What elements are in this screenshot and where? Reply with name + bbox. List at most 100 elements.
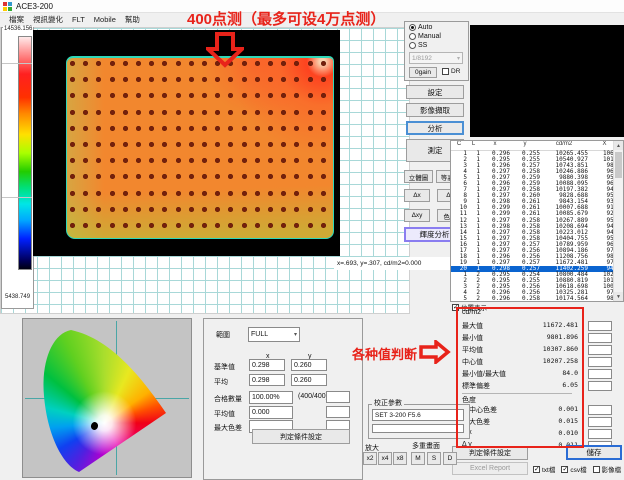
measurement-viewport[interactable] bbox=[33, 30, 340, 256]
measure-point bbox=[281, 77, 286, 82]
stat-spec-box[interactable] bbox=[588, 417, 612, 427]
measure-point bbox=[162, 110, 167, 115]
measure-point bbox=[308, 110, 313, 115]
judge-condition-button-left[interactable]: 判定條件設定 bbox=[252, 429, 350, 444]
measure-point bbox=[96, 223, 101, 228]
image-capture-button[interactable]: 影像擷取 bbox=[406, 103, 464, 117]
capture-mode-auto[interactable]: Auto bbox=[409, 23, 468, 31]
stat-spec-box[interactable] bbox=[588, 357, 612, 367]
stat-spec-box[interactable] bbox=[588, 369, 612, 379]
scroll-up-icon[interactable]: ▲ bbox=[614, 141, 623, 150]
calibration-extra-field[interactable] bbox=[372, 424, 464, 433]
magnify-x8-button[interactable]: x8 bbox=[393, 452, 407, 465]
multi-screen-d-button[interactable]: D bbox=[443, 452, 457, 465]
measure-point bbox=[162, 207, 167, 212]
table-scrollbar[interactable]: ▲ ▼ bbox=[613, 141, 623, 301]
window-title: ACE3-200 bbox=[16, 2, 53, 11]
zero-gain-button[interactable]: 0gain bbox=[409, 67, 437, 78]
menu-item[interactable]: 檔案 bbox=[9, 14, 24, 25]
stat-spec-box[interactable] bbox=[588, 345, 612, 355]
file-option-label: csv檔 bbox=[570, 464, 586, 474]
measure-point bbox=[136, 110, 141, 115]
menu-item[interactable]: FLT bbox=[72, 15, 85, 24]
menu-item[interactable]: 視訊變化 bbox=[33, 14, 63, 25]
magnify-x2-button[interactable]: x2 bbox=[363, 452, 377, 465]
luminance-heatmap[interactable] bbox=[66, 56, 334, 239]
measure-point bbox=[321, 77, 326, 82]
measure-point bbox=[149, 110, 154, 115]
capture-mode-ss[interactable]: SS bbox=[409, 41, 468, 49]
file-option[interactable]: csv檔 bbox=[561, 464, 586, 474]
measure-point bbox=[281, 158, 286, 163]
measure-point bbox=[149, 207, 154, 212]
stat-spec-box[interactable] bbox=[588, 405, 612, 415]
settings-button[interactable]: 設定 bbox=[406, 85, 464, 99]
magnify-x4-button[interactable]: x4 bbox=[378, 452, 392, 465]
stat-spec-box[interactable] bbox=[588, 333, 612, 343]
range-value: FULL bbox=[251, 331, 268, 338]
mean-spec-box[interactable] bbox=[326, 406, 350, 418]
excel-report-button[interactable]: Excel Report bbox=[452, 462, 528, 475]
measure-point bbox=[281, 61, 286, 66]
range-select[interactable]: FULL ▾ bbox=[248, 327, 300, 342]
shutter-select[interactable]: 1/8192 ▾ bbox=[409, 52, 463, 64]
calibration-value-field[interactable]: SET 3-200 F5.6 bbox=[372, 409, 464, 421]
measure-point bbox=[176, 110, 181, 115]
measure-point bbox=[96, 191, 101, 196]
measure-point bbox=[162, 93, 167, 98]
reference-y-field[interactable]: 0.260 bbox=[291, 359, 327, 371]
view-3d-button[interactable]: 立體圖 bbox=[404, 170, 433, 183]
measure-point bbox=[242, 207, 247, 212]
dr-checkbox[interactable]: DR bbox=[442, 68, 460, 75]
stat-spec-box[interactable] bbox=[588, 381, 612, 391]
max-diff-label: 最大色差 bbox=[214, 423, 242, 433]
measure-point bbox=[294, 126, 299, 131]
file-option[interactable]: txt檔 bbox=[533, 464, 555, 474]
measure-point bbox=[281, 174, 286, 179]
reference-x-field[interactable]: 0.298 bbox=[249, 359, 285, 371]
capture-mode-manual[interactable]: Manual bbox=[409, 32, 468, 40]
menu-item[interactable]: 幫助 bbox=[125, 14, 140, 25]
measure-point bbox=[308, 207, 313, 212]
multi-screen-m-button[interactable]: M bbox=[411, 452, 425, 465]
radio-icon bbox=[409, 42, 416, 49]
measurement-table[interactable]: CLxycd/m2X 110.2960.25510265.45510608210… bbox=[450, 140, 624, 302]
measure-point bbox=[136, 126, 141, 131]
pass-spec-box[interactable] bbox=[326, 391, 350, 403]
annotation-highlight-rect bbox=[456, 307, 584, 448]
stat-spec-box[interactable] bbox=[588, 429, 612, 439]
dr-checkbox-box[interactable] bbox=[442, 68, 449, 75]
measure-point bbox=[176, 77, 181, 82]
stat-spec-box[interactable] bbox=[588, 321, 612, 331]
measure-point bbox=[255, 93, 260, 98]
scrollbar-thumb[interactable] bbox=[615, 152, 622, 178]
measure-point bbox=[162, 142, 167, 147]
multi-screen-s-button[interactable]: S bbox=[427, 452, 441, 465]
file-option[interactable]: 影像檔 bbox=[593, 464, 622, 474]
analyze-button[interactable]: 分析 bbox=[406, 121, 464, 135]
pass-count-label: 合格數量 bbox=[214, 394, 242, 404]
column-header: x bbox=[480, 141, 510, 150]
measure-point bbox=[83, 110, 88, 115]
measure-point bbox=[162, 126, 167, 131]
measure-point bbox=[281, 223, 286, 228]
measure-point bbox=[123, 142, 128, 147]
measure-point bbox=[123, 191, 128, 196]
menu-item[interactable]: Mobile bbox=[94, 15, 116, 24]
delta-x-button[interactable]: Δx bbox=[404, 189, 430, 202]
average-x-field[interactable]: 0.298 bbox=[249, 374, 285, 386]
measure-point bbox=[96, 77, 101, 82]
judge-condition-button[interactable]: 判定條件設定 bbox=[452, 446, 528, 460]
scroll-down-icon[interactable]: ▼ bbox=[614, 292, 623, 301]
delta-xy-button[interactable]: Δxy bbox=[404, 209, 430, 222]
measure-point bbox=[268, 207, 273, 212]
measure-point bbox=[149, 126, 154, 131]
measure-point bbox=[242, 93, 247, 98]
measure-point bbox=[70, 223, 75, 228]
measure-point bbox=[308, 223, 313, 228]
measure-point bbox=[189, 223, 194, 228]
measure-point bbox=[176, 174, 181, 179]
average-y-field[interactable]: 0.260 bbox=[291, 374, 327, 386]
measure-point bbox=[321, 223, 326, 228]
measure-point bbox=[176, 191, 181, 196]
